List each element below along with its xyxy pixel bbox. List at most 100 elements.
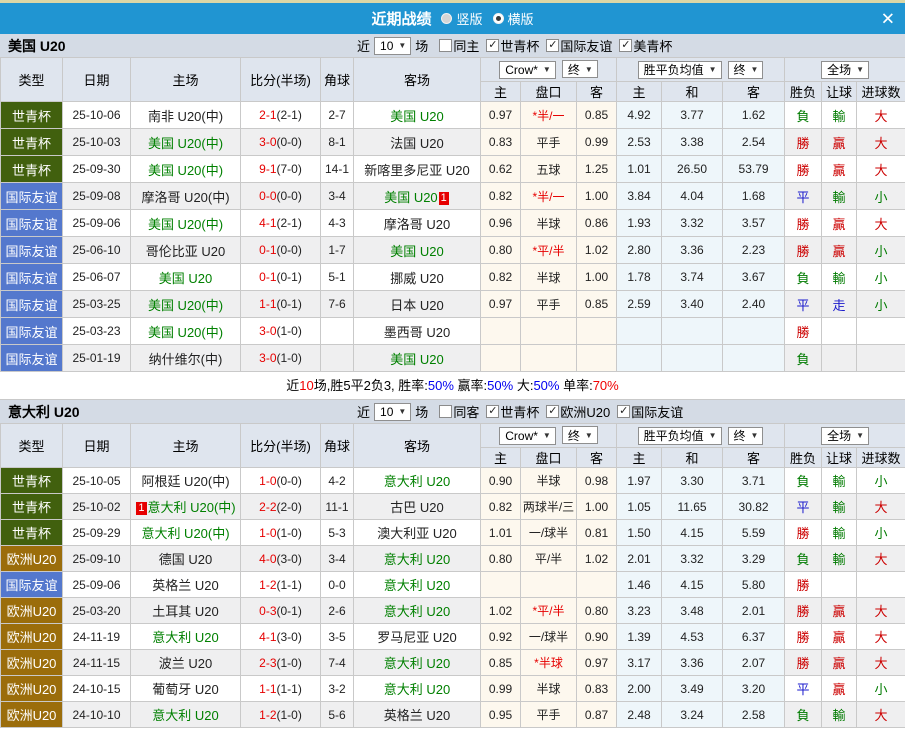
avg-select[interactable]: 胜平负均值 ▼ [637,426,722,445]
away-odds-cell: 0.83 [575,675,618,702]
column-subheader: 进球数 [856,81,905,102]
odds-source-select[interactable]: Crow* ▼ [499,60,556,79]
team-name: 美国 U20 [158,270,213,286]
fulltime-score: 9-1 [259,162,277,176]
avg-draw-cell: 4.04 [661,182,724,210]
goals-cell: 小 [856,290,905,318]
match-type-cell: 世青杯 [0,519,63,546]
avg-away-cell: 6.37 [722,623,786,650]
team-name: 罗马尼亚 U20 [377,630,457,645]
goals-cell: 大 [856,101,905,129]
avg-home-cell: 1.50 [616,519,663,546]
match-type-cell: 欧洲U20 [0,649,63,676]
match-count-select[interactable]: 10 ▼ [374,36,412,55]
fulltime-score: 3-0 [259,135,277,149]
result-cell: 勝 [784,649,823,676]
date-cell: 24-11-15 [62,649,131,676]
summary-segment: 赢率: [453,378,488,393]
score-cell: 0-1(0-1) [240,263,321,291]
goals-cell [856,571,905,598]
same-venue-checkbox[interactable] [439,39,453,52]
avg-away-cell: 2.54 [722,128,786,156]
halftime-score: (7-0) [276,162,302,176]
halftime-score: (1-1) [276,577,302,592]
home-team-cell: 美国 U20(中) [130,155,241,183]
odds-source-select[interactable]: Crow* ▼ [499,426,556,445]
team-name: 意大利 U20 [383,604,451,619]
avg-select[interactable]: 胜平负均值 ▼ [637,60,722,79]
scope-select[interactable]: 全场 ▼ [821,60,870,79]
goals-cell: 大 [856,649,905,676]
radio-vertical-layout[interactable] [441,13,453,24]
odds-source-select-value: Crow* [505,62,538,77]
corners-cell: 3-2 [320,675,354,702]
radio-horizontal-layout[interactable] [492,13,504,24]
goals-cell: 小 [856,263,905,291]
team-name: 德国 U20 [158,552,213,567]
avg-time-select[interactable]: 终 ▼ [727,426,764,445]
home-team-cell: 美国 U20(中) [130,290,241,318]
team-name: 英格兰 U20 [383,708,451,723]
column-subheader: 让球 [821,81,858,102]
match-type-cell: 国际友谊 [0,182,63,210]
home-team-cell: 南非 U20(中) [130,101,241,129]
league-checkbox-3[interactable]: ✓ [619,39,633,52]
avg-home-cell: 3.84 [616,182,663,210]
team-name: 纳什维尔(中) [148,351,223,367]
home-odds-cell: 0.95 [480,701,521,728]
odds-time-select[interactable]: 终 ▼ [561,60,598,79]
score-cell: 1-0(0-0) [240,467,321,494]
handicap-result-cell: 贏 [821,236,858,264]
team-name: 古巴 U20 [390,500,444,515]
avg-away-cell: 1.68 [722,182,786,210]
handicap-cell: *平/半 [520,236,577,264]
match-count-select[interactable]: 10 ▼ [374,402,412,421]
handicap-cell: *半球 [520,649,577,676]
team-title: 意大利 U20 [8,403,80,420]
team-name: 意大利 U20(中) [147,500,236,515]
odds-time-select-value: 终 [567,428,580,443]
goals-cell: 大 [856,128,905,156]
header-row: 类型 日期 主场 比分(半场) 角球 客场 Crow* ▼ 终 ▼ 胜平负均值 ▼ 终 ▼ 全场 ▼ [0,423,905,468]
table-row: 世青杯 25-10-05 阿根廷 U20(中) 1-0(0-0) 4-2 意大利 U20 0… [0,467,905,494]
avg-away-cell: 1.62 [722,101,786,129]
table-row: 国际友谊 25-09-06 英格兰 U20 1-2(1-1) 0-0 意大利 U20 1.4… [0,571,905,598]
league-checkbox-1[interactable]: ✓ [486,405,500,418]
sections-container: 美国 U20 近 10 ▼ 场同主 ✓ 世青杯 ✓ 国际友谊 ✓ 美青杯 类型 日期 主场 比分(半场) 角球… [0,34,905,728]
avg-home-cell: 1.93 [616,209,663,237]
results-table: 类型 日期 主场 比分(半场) 角球 客场 Crow* ▼ 终 ▼ 胜平负均值 ▼ 终 ▼ 全场 ▼ 主盘口客主… [0,423,905,728]
odds-time-select[interactable]: 终 ▼ [561,426,598,445]
away-odds-cell: 1.02 [575,236,618,264]
league-checkbox-2[interactable]: ✓ [546,39,560,52]
home-team-cell: 摩洛哥 U20(中) [130,182,241,210]
avg-time-select[interactable]: 终 ▼ [727,60,764,79]
match-type-cell: 欧洲U20 [0,701,63,728]
fulltime-score: 4-1 [259,629,277,644]
goals-cell [856,317,905,345]
same-venue-checkbox[interactable] [439,405,453,418]
date-cell: 24-11-19 [62,623,131,650]
corners-cell: 8-1 [320,128,354,156]
close-icon[interactable]: ✕ [881,10,895,27]
match-type-cell: 世青杯 [0,101,63,129]
halftime-score: (0-1) [276,603,302,618]
away-odds-cell: 0.86 [575,209,618,237]
match-type-cell: 世青杯 [0,493,63,520]
avg-away-cell [722,344,786,372]
home-odds-cell: 0.97 [480,290,521,318]
goals-cell: 小 [856,675,905,702]
league-checkbox-3[interactable]: ✓ [617,405,631,418]
league-checkbox-2[interactable]: ✓ [546,405,560,418]
corners-cell: 7-4 [320,649,354,676]
corners-cell: 1-7 [320,236,354,264]
away-team-cell: 美国 U20 [353,344,481,372]
league-checkbox-1[interactable]: ✓ [486,39,500,52]
home-odds-cell: 1.02 [480,597,521,624]
away-team-cell: 意大利 U20 [353,649,481,676]
away-odds-cell: 0.80 [575,597,618,624]
avg-away-cell: 5.80 [722,571,786,598]
handicap-cell: *平/半 [520,597,577,624]
summary-segment: 70% [592,378,619,393]
home-team-cell: 波兰 U20 [130,649,241,676]
scope-select[interactable]: 全场 ▼ [821,426,870,445]
